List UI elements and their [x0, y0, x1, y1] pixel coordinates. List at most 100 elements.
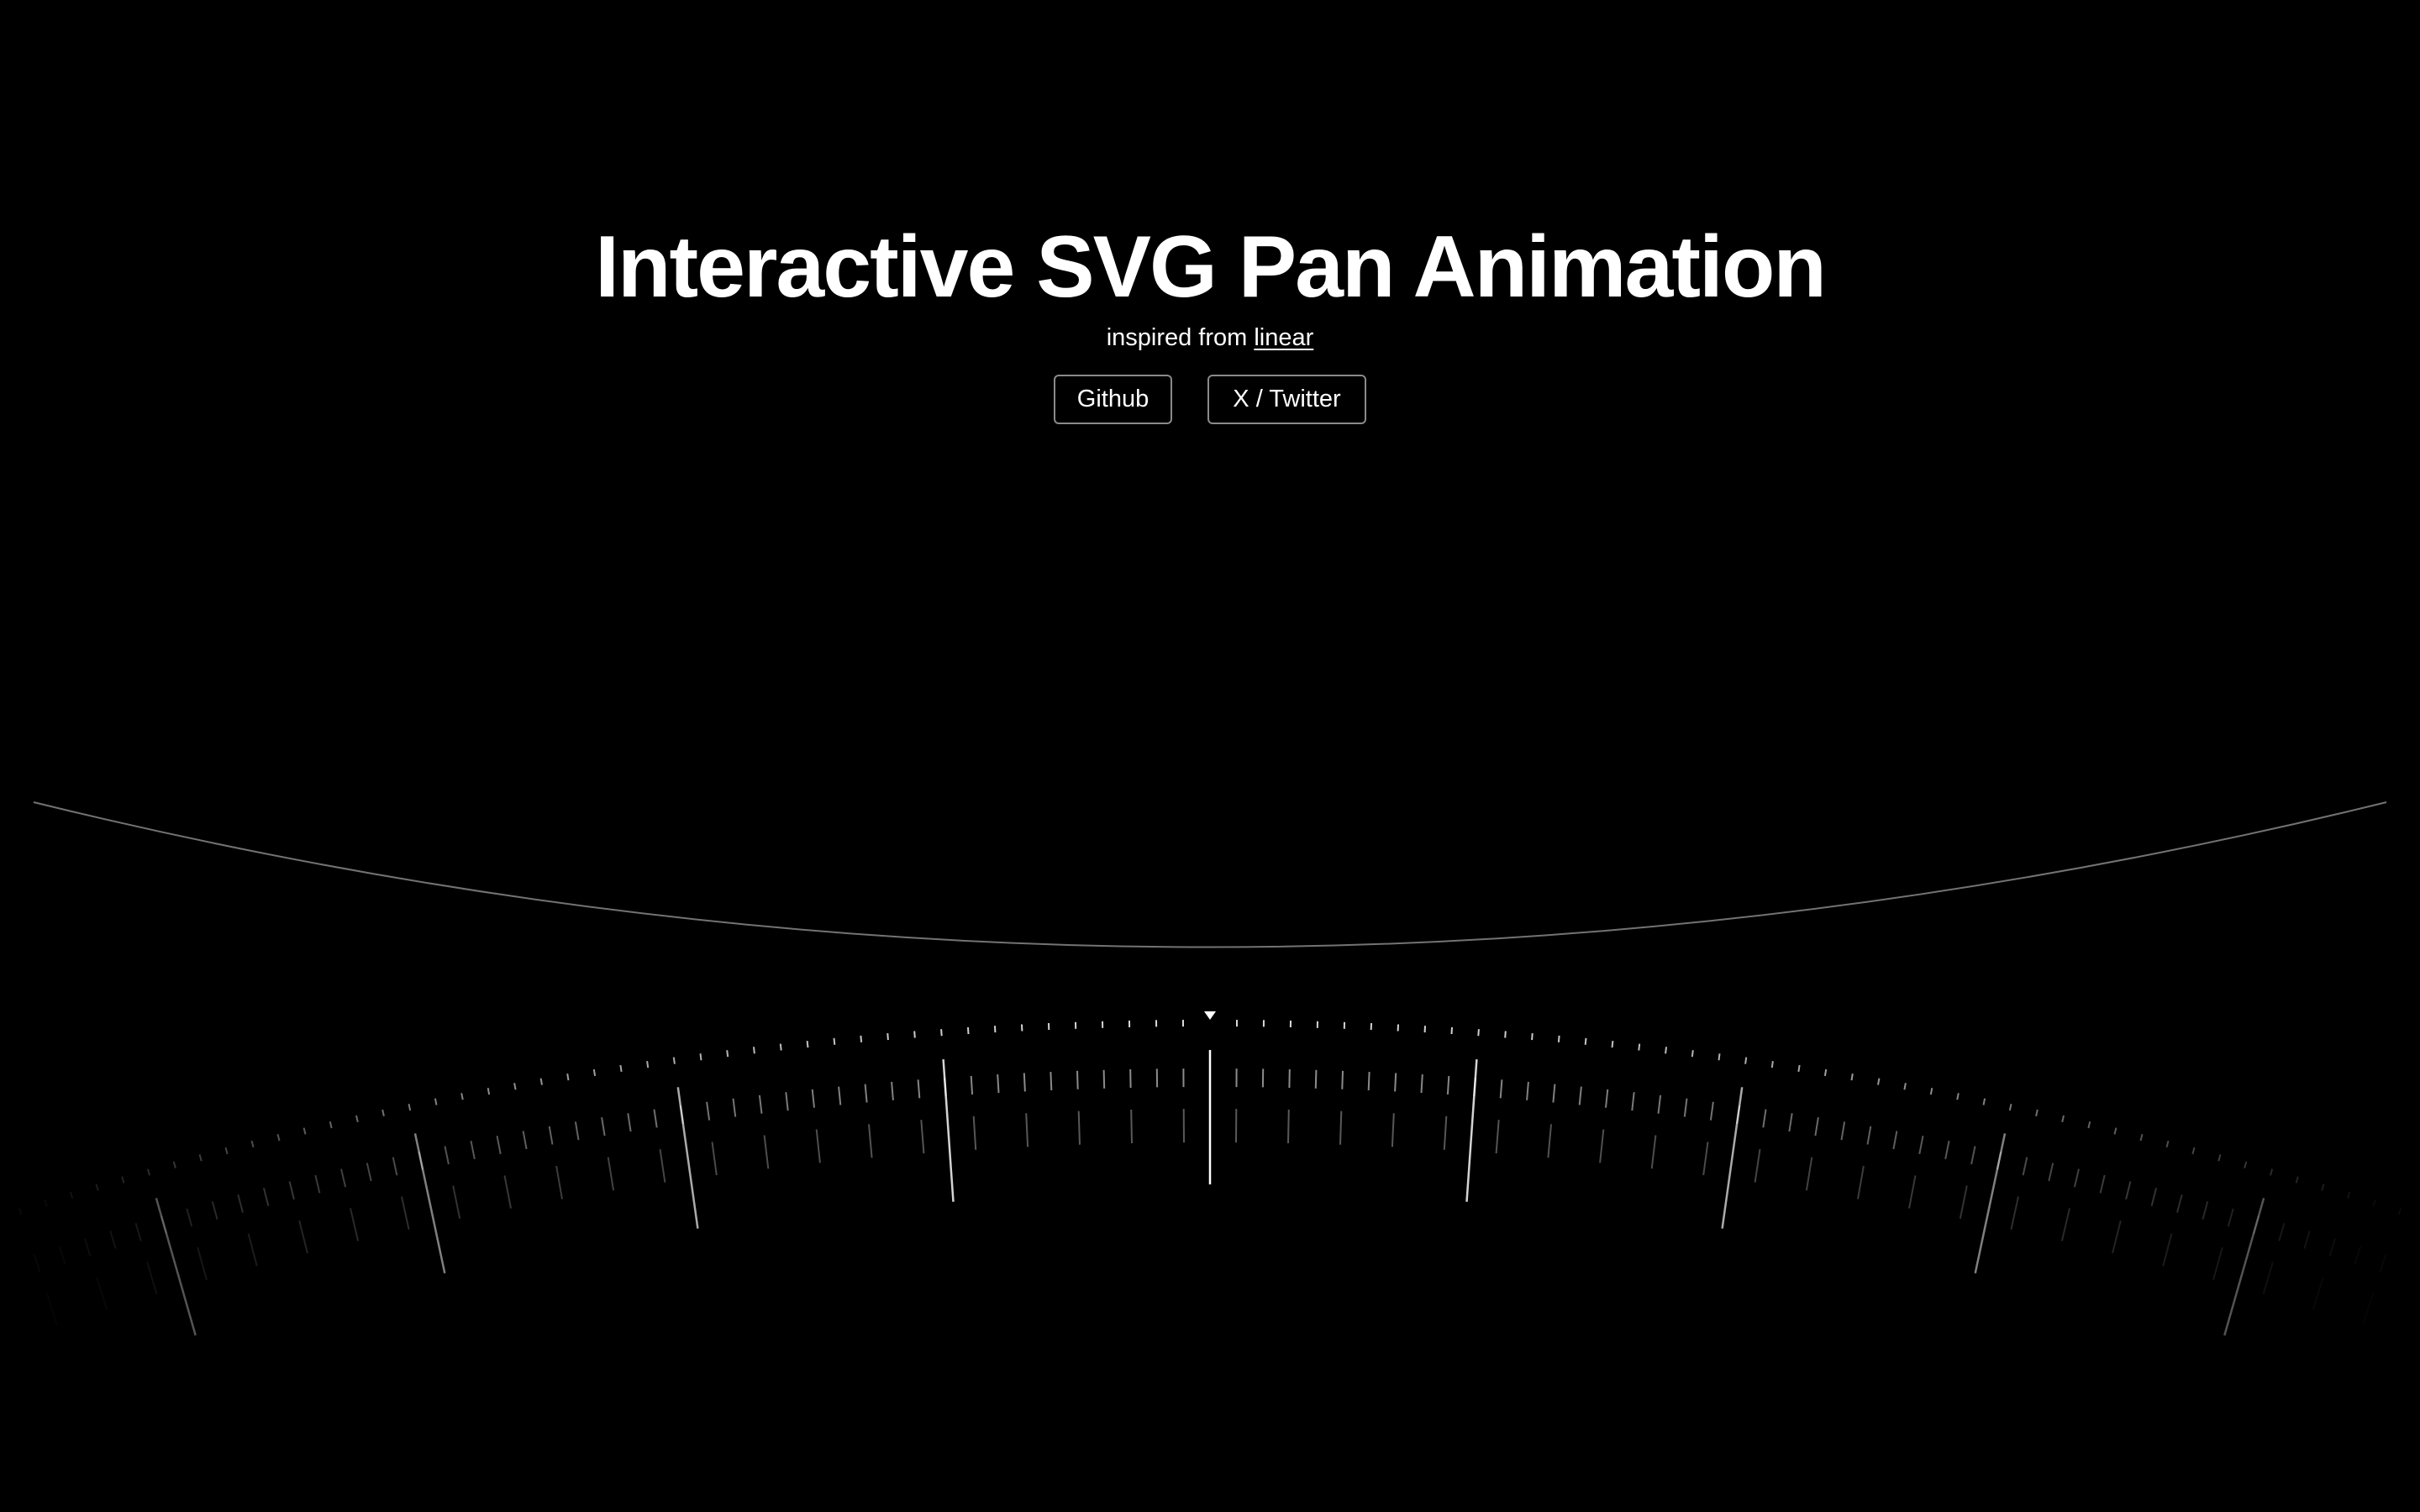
inner-tick: [1762, 1109, 1767, 1128]
outer-tick: [2139, 1133, 2144, 1142]
outer-tick: [121, 1176, 125, 1184]
inner-tick: [366, 1163, 372, 1182]
outer-tick: [2165, 1140, 2170, 1148]
outer-tick: [2397, 1208, 2402, 1215]
major-tick-row: [155, 1050, 2265, 1336]
major-tick: [942, 1059, 955, 1202]
inner-tick: [1970, 1146, 1976, 1165]
lower-tick: [1077, 1110, 1081, 1145]
subtitle-text: inspired from: [1106, 324, 1255, 351]
inner-tick: [1314, 1069, 1318, 1089]
lower-tick: [452, 1185, 461, 1219]
button-row: Github X / Twitter: [0, 375, 2420, 424]
inner-tick: [970, 1075, 974, 1095]
github-button[interactable]: Github: [1054, 375, 1172, 424]
lower-tick: [972, 1116, 977, 1150]
inner-tick: [574, 1121, 580, 1141]
inner-tick: [653, 1109, 658, 1128]
inner-tick: [785, 1092, 789, 1111]
outer-tick: [833, 1037, 836, 1045]
outer-tick: [513, 1083, 517, 1090]
inner-tick: [1394, 1073, 1397, 1092]
outer-tick: [1531, 1033, 1534, 1041]
outer-tick: [753, 1047, 755, 1054]
linear-link[interactable]: linear: [1254, 324, 1313, 351]
inner-tick: [1341, 1070, 1344, 1089]
lower-tick: [2060, 1208, 2070, 1242]
outer-tick: [1611, 1040, 1614, 1048]
outer-tick: [1718, 1053, 1721, 1061]
inner-tick: [1709, 1101, 1714, 1121]
outer-tick: [146, 1168, 151, 1176]
lower-tick: [920, 1120, 925, 1154]
inner-tick: [2099, 1174, 2106, 1194]
lower-tick: [1495, 1120, 1500, 1154]
lower-tick: [1391, 1113, 1395, 1147]
major-tick: [676, 1087, 699, 1229]
inner-tick: [2150, 1188, 2158, 1206]
lower-tick: [401, 1196, 410, 1230]
outer-tick: [1744, 1057, 1748, 1064]
lower-tick: [555, 1165, 563, 1200]
outer-tick: [1770, 1061, 1774, 1068]
inner-tick: [1944, 1141, 1950, 1159]
lower-tick: [1805, 1157, 1813, 1191]
subtitle: inspired from linear: [0, 321, 2420, 354]
outer-tick: [967, 1026, 970, 1035]
outer-tick: [1956, 1093, 1960, 1100]
outer-tick: [1504, 1031, 1507, 1038]
outer-tick: [329, 1121, 333, 1129]
outer-tick: [2217, 1154, 2222, 1162]
inner-tick: [864, 1084, 868, 1103]
major-tick: [413, 1133, 446, 1273]
outer-tick: [1982, 1098, 1986, 1105]
lower-tick: [659, 1148, 666, 1183]
inner-tick: [2022, 1157, 2028, 1176]
lower-tick: [298, 1220, 308, 1254]
inner-tick: [34, 1255, 40, 1273]
triangle-marker-icon: [1204, 1011, 1216, 1020]
inner-tick: [1866, 1126, 1872, 1145]
lower-tick: [1754, 1148, 1761, 1183]
inner-tick: [1788, 1113, 1793, 1132]
inner-tick: [1076, 1070, 1079, 1089]
outer-tick: [2269, 1168, 2274, 1176]
inner-tick: [2125, 1181, 2132, 1200]
lower-tick: [868, 1124, 873, 1158]
outer-tick: [1903, 1083, 1907, 1090]
inner-tick: [1814, 1117, 1819, 1137]
inner-tick: [1023, 1073, 1026, 1092]
outer-tick: [2346, 1191, 2351, 1199]
lower-tick: [1025, 1113, 1029, 1147]
inner-tick: [1526, 1081, 1529, 1100]
outer-tick: [487, 1088, 491, 1095]
outer-tick: [1557, 1035, 1560, 1042]
lower-tick: [1287, 1109, 1290, 1144]
inner-tick: [917, 1079, 921, 1099]
outer-tick: [1450, 1026, 1453, 1035]
inner-tick: [211, 1201, 218, 1220]
inner-tick: [1499, 1079, 1503, 1099]
outer-tick: [860, 1035, 863, 1042]
lower-tick: [2262, 1262, 2274, 1294]
inner-tick: [2278, 1222, 2286, 1242]
inner-tick: [2073, 1168, 2080, 1188]
twitter-button[interactable]: X / Twitter: [1207, 375, 1366, 424]
outer-tick: [2295, 1176, 2299, 1184]
outer-tick: [250, 1140, 255, 1148]
inner-tick: [1605, 1089, 1609, 1108]
major-tick: [1465, 1059, 1478, 1202]
inner-tick: [1420, 1074, 1423, 1094]
inner-tick: [237, 1194, 244, 1213]
lower-tick: [763, 1135, 770, 1169]
lower-tick: [1130, 1109, 1133, 1144]
inner-tick: [1446, 1075, 1450, 1095]
inner-tick: [732, 1098, 737, 1117]
outer-tick: [2372, 1200, 2376, 1207]
inner-tick: [1367, 1071, 1370, 1091]
inner-tick: [1552, 1084, 1556, 1103]
inner-tick: [60, 1247, 66, 1264]
inner-tick: [2227, 1208, 2234, 1227]
outer-tick: [1691, 1050, 1694, 1058]
outer-tick: [1929, 1088, 1933, 1095]
